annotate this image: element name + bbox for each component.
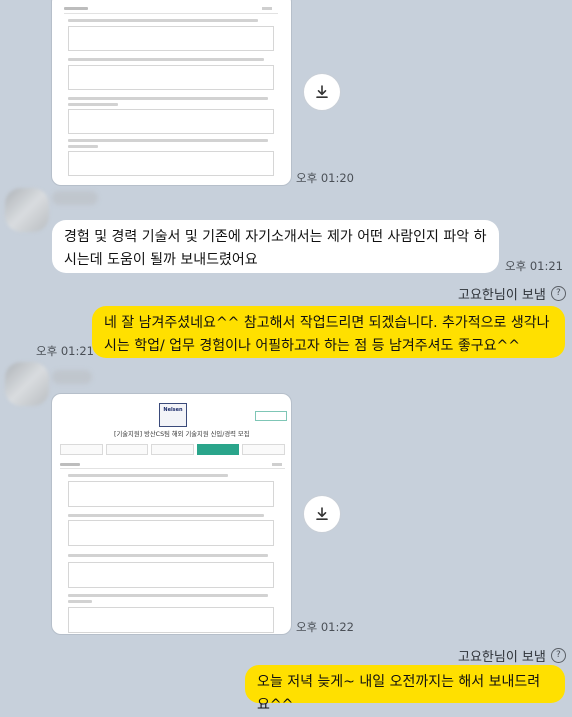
download-icon — [316, 85, 328, 98]
question-circle-icon[interactable]: ? — [550, 286, 566, 301]
attached-image-2[interactable]: Nelsen [기술지원] 방산CS팀 해외 기술지원 신입/경력 모집 — [51, 393, 292, 635]
apply-button — [255, 411, 287, 421]
sender-label-text: 고요한님이 보냄 — [458, 650, 546, 665]
step-tab — [242, 444, 285, 455]
step-tab — [151, 444, 194, 455]
timestamp: 오후 01:22 — [296, 620, 354, 634]
timestamp: 오후 01:21 — [36, 344, 94, 358]
outgoing-message: 오늘 저녁 늦게~ 내일 오전까지는 해서 보내드려요^^ — [245, 665, 565, 713]
sender-name-blurred — [52, 370, 92, 384]
job-posting-title: [기술지원] 방산CS팀 해외 기술지원 신입/경력 모집 — [114, 431, 250, 438]
avatar[interactable] — [5, 188, 49, 232]
download-icon — [316, 507, 328, 520]
step-tab — [60, 444, 103, 455]
incoming-message: 경험 및 경력 기술서 및 기존에 자기소개서는 제가 어떤 사람인지 파악 하… — [52, 220, 499, 273]
sender-name-blurred — [52, 191, 98, 205]
download-button-1[interactable] — [303, 73, 341, 111]
attached-image-1[interactable] — [51, 0, 292, 186]
step-tab-active — [196, 444, 240, 455]
sender-label-text: 고요한님이 보냄 — [458, 288, 546, 303]
download-button-2[interactable] — [303, 495, 341, 533]
outgoing-message: 네 잘 남겨주셨네요^^ 참고해서 작업드리면 되겠습니다. 추가적으로 생각나… — [92, 306, 565, 358]
timestamp: 오후 01:20 — [296, 171, 354, 185]
sender-label: 고요한님이 보냄 ? — [458, 646, 566, 665]
avatar[interactable] — [5, 362, 49, 406]
sender-label: 고요한님이 보냄 ? — [458, 284, 566, 303]
logo-text: Nelsen — [163, 407, 183, 413]
step-tabs — [60, 444, 285, 455]
timestamp: 오후 01:21 — [505, 259, 563, 273]
company-logo: Nelsen — [159, 403, 187, 427]
question-circle-icon[interactable]: ? — [550, 648, 566, 663]
step-tab — [105, 444, 149, 455]
